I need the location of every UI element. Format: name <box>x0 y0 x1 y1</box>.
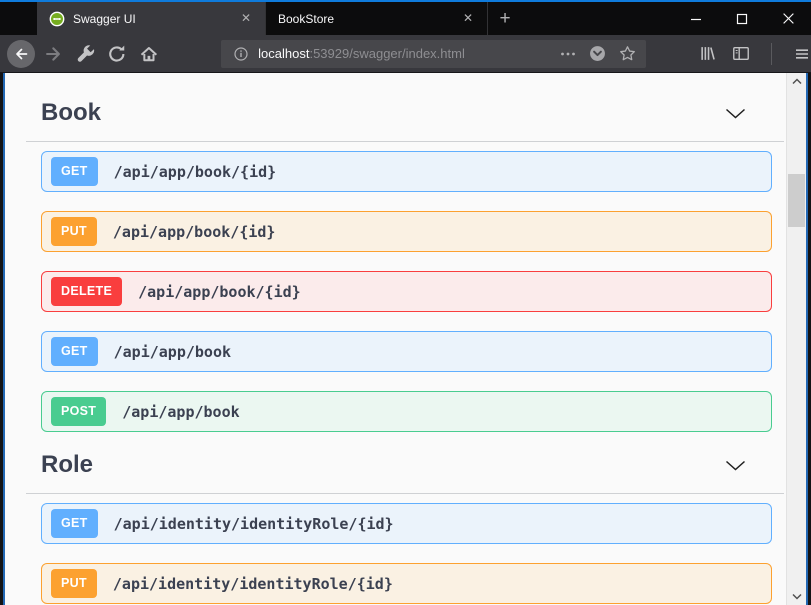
endpoint-row[interactable]: GET /api/identity/identityRole/{id} <box>41 503 772 544</box>
url-text[interactable]: localhost:53929/swagger/index.html <box>258 46 560 61</box>
tab-title: BookStore <box>278 12 458 26</box>
method-badge: GET <box>51 157 98 186</box>
minimize-button[interactable] <box>673 2 719 35</box>
endpoint-path: /api/app/book/{id} <box>114 163 277 181</box>
api-tag-section-book: Book GET /api/app/book/{id} PUT /api/app… <box>41 99 772 432</box>
scroll-up-icon <box>792 78 802 85</box>
window-border-right <box>806 73 811 605</box>
new-tab-button[interactable]: + <box>488 2 522 35</box>
wrench-icon[interactable] <box>76 40 96 68</box>
method-badge: GET <box>51 509 98 538</box>
scrollbar-thumb[interactable] <box>788 174 805 227</box>
section-rows: GET /api/identity/identityRole/{id} PUT … <box>41 503 772 604</box>
toolbar-separator <box>771 43 772 65</box>
method-badge: PUT <box>51 569 97 598</box>
endpoint-row[interactable]: GET /api/app/book <box>41 331 772 372</box>
minimize-icon <box>690 13 702 25</box>
section-title: Role <box>41 451 93 479</box>
section-divider <box>26 493 784 494</box>
endpoint-path: /api/app/book/{id} <box>113 223 276 241</box>
page-actions-icon[interactable] <box>560 46 576 62</box>
endpoint-path: /api/identity/identityRole/{id} <box>113 575 393 593</box>
window-controls <box>673 2 811 35</box>
method-badge: DELETE <box>51 277 122 306</box>
menu-hamburger-icon[interactable] <box>793 46 811 62</box>
back-arrow-icon <box>13 46 29 62</box>
library-icon[interactable] <box>699 45 717 62</box>
endpoint-row[interactable]: PUT /api/identity/identityRole/{id} <box>41 563 772 604</box>
tab-title: Swagger UI <box>73 12 236 26</box>
back-button[interactable] <box>7 40 35 68</box>
endpoint-path: /api/identity/identityRole/{id} <box>114 515 394 533</box>
tab-bookstore[interactable]: BookStore ✕ <box>265 2 488 35</box>
url-host: localhost <box>258 46 309 61</box>
close-icon <box>782 12 795 25</box>
swagger-page: Book GET /api/app/book/{id} PUT /api/app… <box>5 73 786 605</box>
vertical-scrollbar[interactable] <box>786 73 806 605</box>
endpoint-row[interactable]: DELETE /api/app/book/{id} <box>41 271 772 312</box>
home-button[interactable] <box>139 40 159 68</box>
scroll-up-button[interactable] <box>787 73 806 90</box>
endpoint-path: /api/app/book <box>114 343 231 361</box>
close-window-button[interactable] <box>765 2 811 35</box>
method-badge: POST <box>51 397 106 426</box>
method-badge: GET <box>51 337 98 366</box>
tab-swagger-ui[interactable]: Swagger UI ✕ <box>37 2 265 35</box>
section-rows: GET /api/app/book/{id} PUT /api/app/book… <box>41 151 772 432</box>
pocket-icon[interactable] <box>589 45 606 62</box>
reload-button[interactable] <box>107 40 127 68</box>
endpoint-row[interactable]: GET /api/app/book/{id} <box>41 151 772 192</box>
url-path: :53929/swagger/index.html <box>309 46 464 61</box>
api-tag-section-role: Role GET /api/identity/identityRole/{id}… <box>41 451 772 604</box>
browser-viewport: Book GET /api/app/book/{id} PUT /api/app… <box>0 73 811 605</box>
maximize-button[interactable] <box>719 2 765 35</box>
section-header[interactable]: Role <box>41 451 772 479</box>
browser-window: Swagger UI ✕ BookStore ✕ + <box>0 0 811 605</box>
url-bar[interactable]: localhost:53929/swagger/index.html <box>221 40 646 68</box>
endpoint-row[interactable]: POST /api/app/book <box>41 391 772 432</box>
tabbar-spacer <box>522 2 673 35</box>
forward-button[interactable] <box>44 40 64 68</box>
navigation-toolbar: localhost:53929/swagger/index.html <box>0 35 811 73</box>
api-sections: Book GET /api/app/book/{id} PUT /api/app… <box>41 99 772 604</box>
chevron-down-icon[interactable] <box>725 108 746 119</box>
section-divider <box>26 141 784 142</box>
bookmark-star-icon[interactable] <box>619 45 636 62</box>
site-info-icon[interactable] <box>233 46 249 62</box>
tab-close-icon[interactable]: ✕ <box>236 9 256 29</box>
sidebar-toggle-icon[interactable] <box>732 45 750 62</box>
tab-bar: Swagger UI ✕ BookStore ✕ + <box>0 0 811 35</box>
endpoint-row[interactable]: PUT /api/app/book/{id} <box>41 211 772 252</box>
tabbar-left-spacer <box>0 2 37 35</box>
endpoint-path: /api/app/book/{id} <box>138 283 301 301</box>
scroll-down-icon <box>792 593 802 600</box>
section-title: Book <box>41 99 101 127</box>
scroll-down-button[interactable] <box>787 588 806 605</box>
section-header[interactable]: Book <box>41 99 772 127</box>
chevron-down-icon[interactable] <box>725 460 746 471</box>
url-actions <box>560 45 638 62</box>
tab-close-icon[interactable]: ✕ <box>458 9 478 29</box>
endpoint-path: /api/app/book <box>122 403 239 421</box>
method-badge: PUT <box>51 217 97 246</box>
window-accent-border <box>0 0 811 2</box>
swagger-favicon-icon <box>49 11 65 27</box>
toolbar-right-icons <box>699 43 811 65</box>
maximize-icon <box>736 13 748 25</box>
